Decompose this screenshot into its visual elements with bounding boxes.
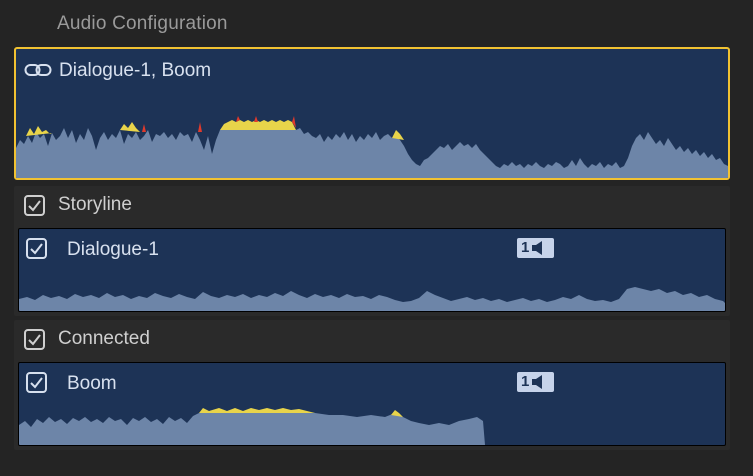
dialogue-clip-checkbox[interactable] xyxy=(26,238,47,259)
audio-configuration-panel: Audio Configuration Dialogue-1, Boom Sto… xyxy=(0,0,753,476)
boom-waveform xyxy=(19,408,485,445)
boom-clip-label: Boom xyxy=(67,373,117,394)
dialogue-waveform xyxy=(19,287,725,311)
storyline-label: Storyline xyxy=(58,194,132,215)
channel-badge[interactable]: 1 xyxy=(517,372,554,392)
connected-group: Connected Boom 1 xyxy=(14,320,730,450)
storyline-header: Storyline xyxy=(24,194,132,216)
connected-label: Connected xyxy=(58,328,150,349)
channel-badge[interactable]: 1 xyxy=(517,238,554,258)
connected-checkbox[interactable] xyxy=(24,328,45,350)
storyline-checkbox[interactable] xyxy=(24,194,45,216)
panel-title: Audio Configuration xyxy=(57,13,228,34)
storyline-audio-clip[interactable]: Dialogue-1 1 xyxy=(18,228,726,312)
speaker-icon xyxy=(532,375,543,389)
dialogue-clip-label: Dialogue-1 xyxy=(67,239,159,260)
link-icon xyxy=(24,64,52,76)
combined-clip-label: Dialogue-1, Boom xyxy=(59,60,212,81)
storyline-group: Storyline Dialogue-1 1 xyxy=(14,186,730,316)
channel-number: 1 xyxy=(521,373,530,390)
combined-waveform xyxy=(16,116,728,178)
combined-audio-clip[interactable]: Dialogue-1, Boom xyxy=(14,47,730,180)
boom-clip-checkbox[interactable] xyxy=(26,372,47,393)
connected-audio-clip[interactable]: Boom 1 xyxy=(18,362,726,446)
channel-number: 1 xyxy=(521,239,530,256)
speaker-icon xyxy=(532,241,543,255)
connected-header: Connected xyxy=(24,328,150,350)
